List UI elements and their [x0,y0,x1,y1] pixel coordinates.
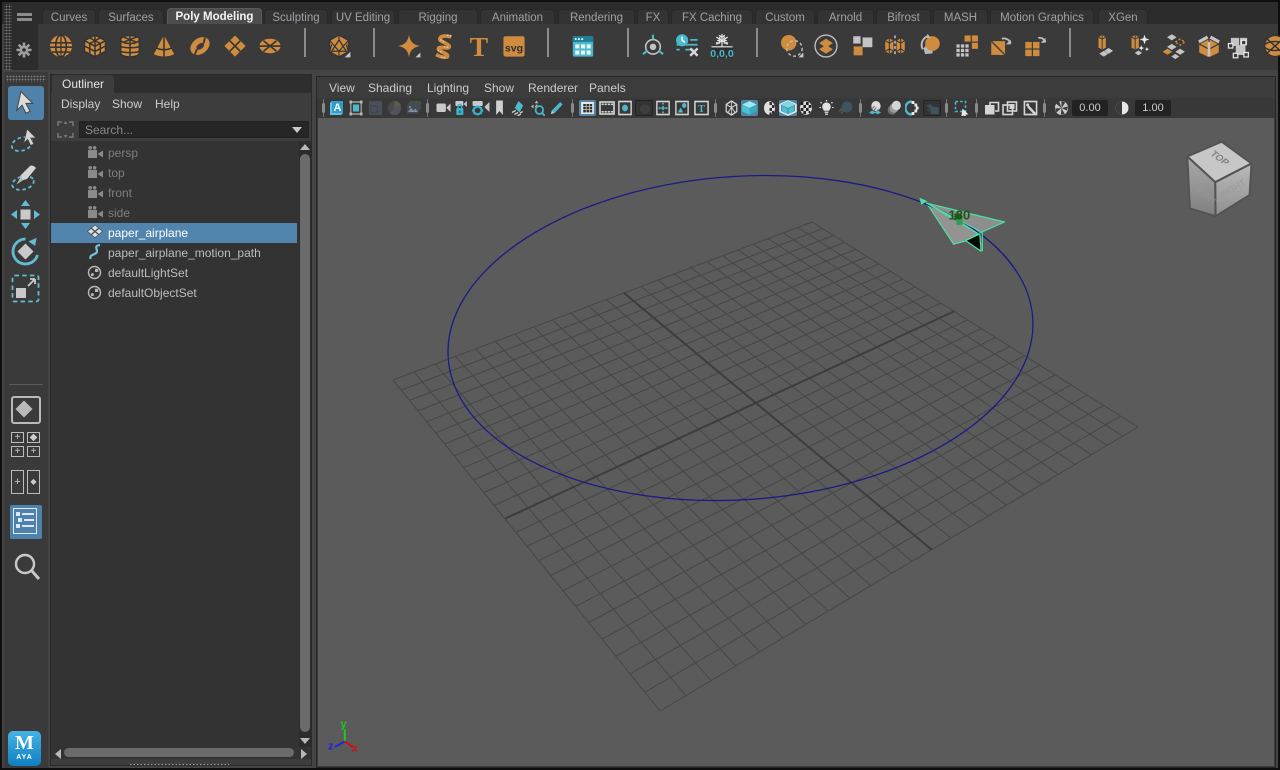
svg-text:A: A [334,102,342,114]
svg-text:y: y [341,719,348,731]
svg-text:0,0,0: 0,0,0 [710,48,734,59]
svg-text:T: T [470,33,488,59]
svg-text:180: 180 [949,208,971,223]
svg-text:T: T [698,104,705,115]
svg-text:z: z [328,741,334,753]
svg-text:svg: svg [505,42,523,54]
svg-text:x: x [352,743,359,755]
